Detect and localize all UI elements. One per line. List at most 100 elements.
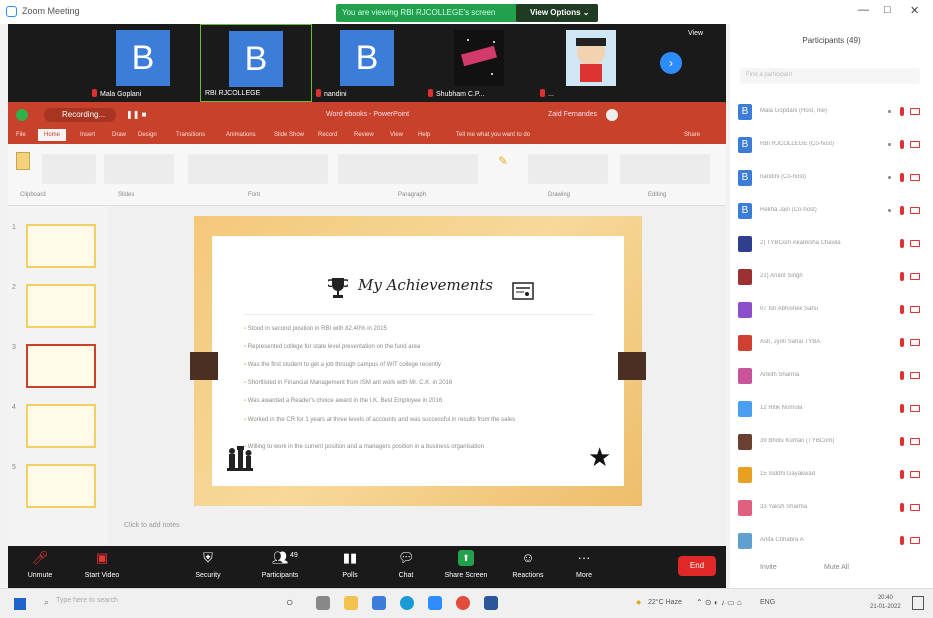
mute-all-button[interactable]: Mute All (824, 564, 849, 571)
more-options-icon[interactable] (888, 209, 891, 212)
muted-mic-icon[interactable] (900, 107, 904, 116)
muted-mic-icon[interactable] (900, 305, 904, 314)
task-view-icon[interactable] (316, 596, 330, 610)
tab-file[interactable]: File (16, 132, 26, 138)
participant-row[interactable]: 21) Anant Singh (738, 265, 928, 291)
tab-help[interactable]: Help (418, 132, 430, 138)
zoom-taskbar-icon[interactable] (428, 596, 442, 610)
security-button[interactable]: ⛨ Security (176, 550, 240, 579)
slide-thumbnail[interactable] (26, 464, 96, 508)
cortana-icon[interactable]: ○ (286, 595, 293, 609)
participant-row[interactable]: 33 Yaksh Sharma (738, 496, 928, 522)
share-button[interactable]: Share (684, 132, 700, 138)
tell-me-search[interactable]: Tell me what you want to do (456, 132, 530, 138)
video-tile[interactable]: ... (536, 24, 648, 102)
muted-mic-icon[interactable] (900, 272, 904, 281)
drawing-icon[interactable]: ✎ (498, 154, 508, 168)
weather-text[interactable]: 22°C Haze (648, 599, 682, 606)
muted-mic-icon[interactable] (900, 437, 904, 446)
participant-row[interactable]: Bnandini (Co-host) (738, 166, 928, 192)
muted-mic-icon[interactable] (900, 371, 904, 380)
next-page-arrow-icon[interactable]: › (660, 52, 682, 74)
system-clock[interactable]: 20:40 21-01-2022 (870, 594, 901, 612)
group-label: Paragraph (398, 192, 427, 198)
polls-button[interactable]: ▮▮ Polls (318, 550, 382, 579)
more-options-icon[interactable] (888, 176, 891, 179)
slide-thumbnail[interactable] (26, 284, 96, 328)
slide-thumbnail[interactable] (26, 224, 96, 268)
achievement-bullet: Represented college for state level pres… (244, 344, 420, 350)
paste-icon[interactable] (16, 152, 30, 170)
tab-view[interactable]: View (390, 132, 403, 138)
participants-button[interactable]: 👥︎ 49 Participants (248, 550, 312, 579)
video-tile-active-speaker[interactable]: B RBI RJCOLLEGE (200, 24, 312, 102)
notification-icon[interactable] (912, 596, 924, 610)
participant-row[interactable]: Anita Chhabra A (738, 529, 928, 555)
tab-insert[interactable]: Insert (80, 132, 95, 138)
user-avatar[interactable] (606, 109, 618, 121)
participant-avatar: B (738, 104, 752, 120)
muted-mic-icon[interactable] (900, 404, 904, 413)
tab-transitions[interactable]: Transitions (176, 132, 205, 138)
participant-row[interactable]: B Rekha Jain (Co-host) (738, 199, 928, 225)
more-options-icon[interactable] (888, 143, 891, 146)
more-options-icon[interactable] (888, 110, 891, 113)
tab-animations[interactable]: Animations (226, 132, 256, 138)
current-slide[interactable]: My Achievements Stood in second position… (190, 216, 646, 506)
muted-mic-icon[interactable] (900, 173, 904, 182)
participant-row[interactable]: B Mala Gopdani (Host, me) (738, 100, 928, 126)
muted-mic-icon[interactable] (900, 206, 904, 215)
tab-draw[interactable]: Draw (112, 132, 126, 138)
participant-row[interactable]: Ankith Sharma (738, 364, 928, 390)
slide-thumbnail-selected[interactable] (26, 344, 96, 388)
view-options-button[interactable]: View Options ⌄ (516, 4, 598, 22)
language-indicator[interactable]: ENG (760, 599, 775, 606)
participant-row[interactable]: B RBI RJCOLLEGE (Co-host) (738, 133, 928, 159)
muted-mic-icon[interactable] (900, 503, 904, 512)
participant-row[interactable]: Ash, Jyoti Sahai TYBA (738, 331, 928, 357)
unmute-button[interactable]: 🎤︎ Unmute (8, 550, 72, 579)
windows-start-icon[interactable] (14, 598, 26, 610)
chrome-icon[interactable] (456, 596, 470, 610)
minimize-icon[interactable]: — (858, 4, 869, 16)
participant-row[interactable]: 15 Siddhi Gayakwad (738, 463, 928, 489)
muted-mic-icon[interactable] (900, 338, 904, 347)
tab-design[interactable]: Design (138, 132, 157, 138)
video-tile[interactable]: Shubham C.P... (424, 24, 536, 102)
word-icon[interactable] (484, 596, 498, 610)
participant-row[interactable]: 2) TYBCom Akanksha Chawla (738, 232, 928, 258)
more-button[interactable]: ··· More (552, 550, 616, 579)
maximize-icon[interactable]: □ (884, 4, 891, 16)
store-icon[interactable] (372, 596, 386, 610)
video-tile[interactable]: B Mala Goplani (88, 24, 200, 102)
muted-mic-icon[interactable] (900, 239, 904, 248)
slide-thumbnail[interactable] (26, 404, 96, 448)
invite-button[interactable]: Invite (760, 564, 777, 571)
participant-row[interactable]: 12 Ritik Nomula (738, 397, 928, 423)
taskbar-search-input[interactable]: Type here to search (42, 597, 242, 611)
reactions-button[interactable]: ☺ Reactions (496, 550, 560, 579)
recording-indicator[interactable]: Recording... (44, 108, 116, 122)
end-meeting-button[interactable]: End (678, 556, 716, 576)
participant-row[interactable]: 07 Ish Abhishek Sahu (738, 298, 928, 324)
close-icon[interactable]: ✕ (910, 4, 919, 17)
muted-mic-icon[interactable] (900, 470, 904, 479)
share-screen-button[interactable]: ⬆ Share Screen (434, 550, 498, 579)
edge-icon[interactable] (400, 596, 414, 610)
muted-mic-icon[interactable] (900, 140, 904, 149)
tab-review[interactable]: Review (354, 132, 374, 138)
participant-search-input[interactable]: Find a participant (740, 68, 920, 84)
tab-home[interactable]: Home (38, 129, 67, 141)
view-button[interactable]: View (688, 30, 703, 37)
tab-slide-show[interactable]: Slide Show (274, 132, 304, 138)
tray-icons[interactable]: ⌃ ⊙ ◐ ♪ ▭ ⌂ (696, 598, 742, 607)
record-controls-icon[interactable]: ❚❚ ■ (126, 110, 146, 119)
start-video-button[interactable]: ▣ Start Video (70, 550, 134, 579)
muted-mic-icon[interactable] (900, 536, 904, 545)
file-explorer-icon[interactable] (344, 596, 358, 610)
notes-placeholder[interactable]: Click to add notes (124, 522, 180, 529)
participant-row[interactable]: 39 Bholu Kumari (TYBCom) (738, 430, 928, 456)
chat-button[interactable]: 💬︎ Chat (374, 550, 438, 579)
video-tile[interactable]: B nandini (312, 24, 424, 102)
tab-record[interactable]: Record (318, 132, 337, 138)
